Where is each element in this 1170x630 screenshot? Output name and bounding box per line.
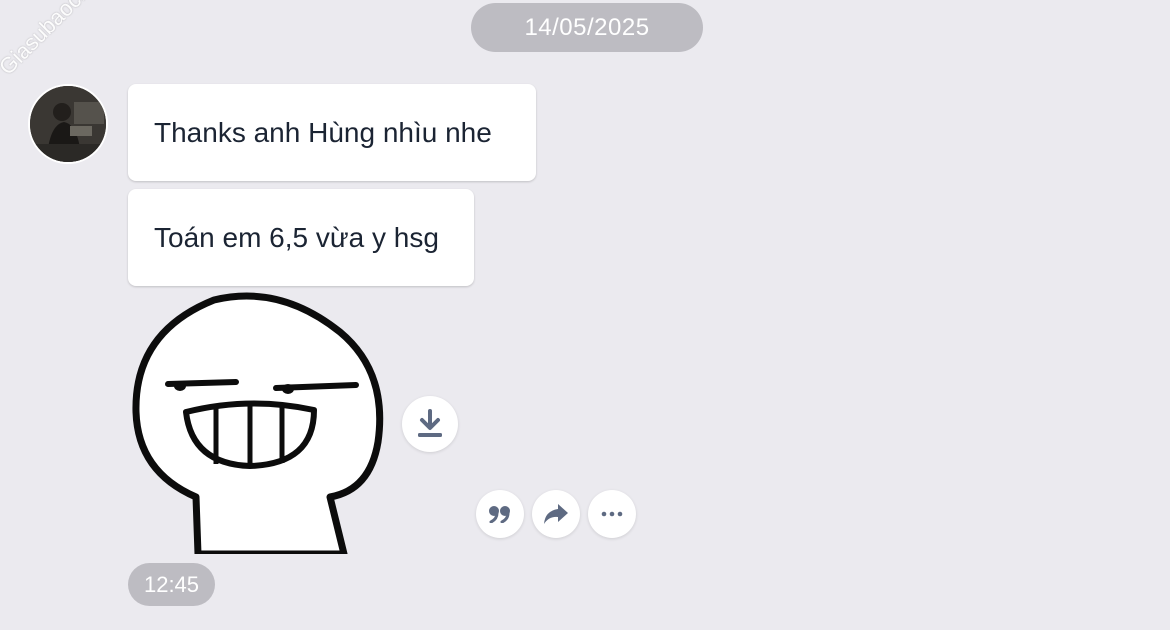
grinning-stickman-sticker [132, 292, 384, 558]
more-icon [601, 511, 623, 517]
quote-icon [489, 506, 510, 523]
download-button[interactable] [402, 396, 458, 452]
sender-avatar[interactable] [28, 84, 108, 164]
forward-icon [544, 504, 568, 524]
more-options-button[interactable] [588, 490, 636, 538]
date-separator: 14/05/2025 [471, 3, 703, 52]
message-bubble[interactable]: Thanks anh Hùng nhìu nhe [128, 84, 536, 181]
sticker-image[interactable] [130, 292, 390, 558]
message-bubble[interactable]: Toán em 6,5 vừa y hsg [128, 189, 474, 286]
download-icon [418, 409, 442, 437]
avatar-photo [30, 86, 106, 162]
quote-reply-button[interactable] [476, 490, 524, 538]
message-text: Thanks anh Hùng nhìu nhe [154, 116, 492, 148]
watermark-text: Giasubaochau.net [0, 0, 138, 80]
forward-button[interactable] [532, 490, 580, 538]
message-time: 12:45 [128, 563, 215, 606]
message-text: Toán em 6,5 vừa y hsg [154, 221, 439, 253]
